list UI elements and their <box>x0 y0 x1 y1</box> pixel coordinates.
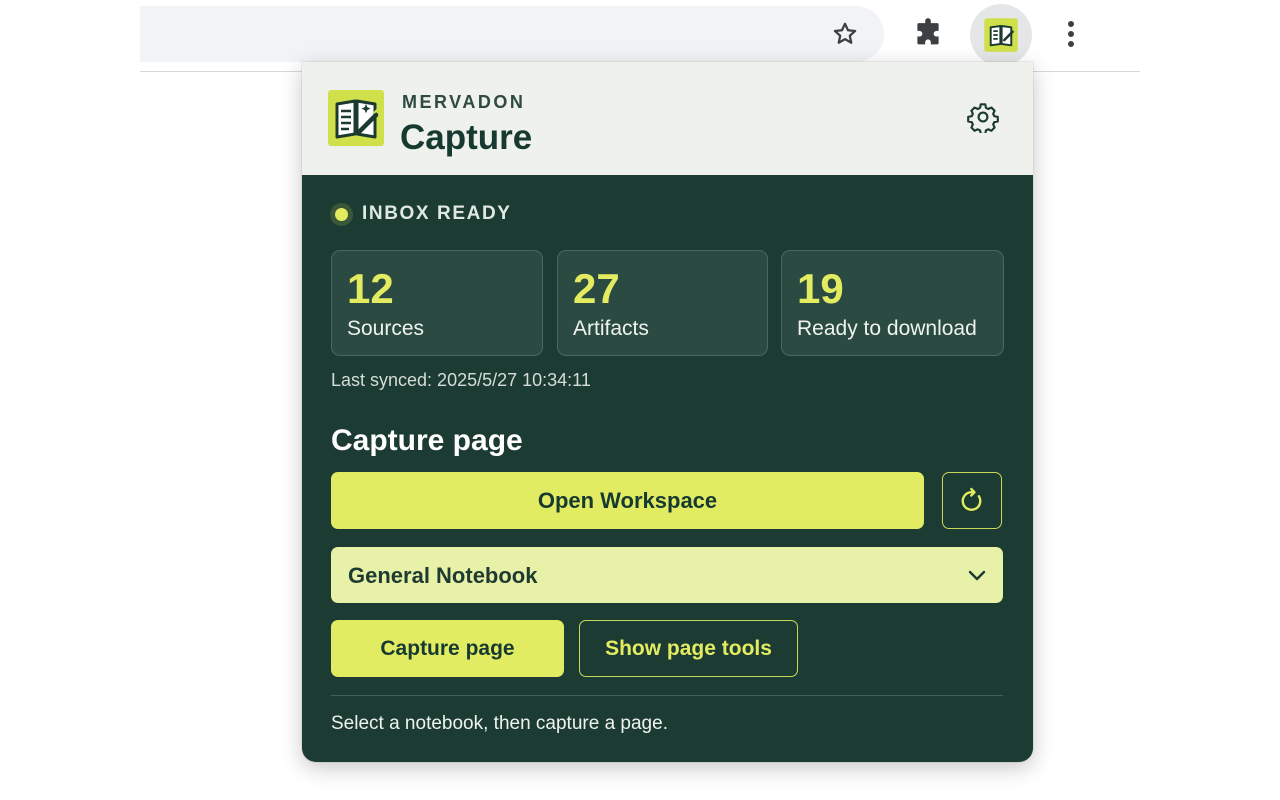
stat-value: 27 <box>573 265 620 312</box>
status-label: INBOX READY <box>362 203 512 224</box>
footer-divider <box>331 695 1003 696</box>
stat-label: Sources <box>347 317 425 340</box>
refresh-button[interactable] <box>942 472 1002 529</box>
last-synced-text: Last synced: 2025/5/27 10:34:11 <box>331 370 591 390</box>
notebook-select-value: General Notebook <box>348 563 538 588</box>
stat-card-sources: 12 Sources <box>331 250 543 356</box>
popup-header: MERVADON Capture <box>302 62 1033 175</box>
extension-popup: MERVADON Capture INBOX READY 12 Sources … <box>302 62 1033 762</box>
popup-title: Capture <box>400 118 533 157</box>
bookmark-star-button[interactable] <box>826 15 864 53</box>
mervadon-extension-button[interactable] <box>970 4 1032 66</box>
stat-value: 19 <box>797 265 844 312</box>
stat-value: 12 <box>347 265 394 312</box>
brand-name: MERVADON <box>402 92 526 112</box>
star-icon <box>833 22 857 44</box>
gear-icon <box>967 103 999 133</box>
stat-label: Ready to download <box>797 317 977 340</box>
capture-page-button[interactable]: Capture page <box>331 620 564 677</box>
show-page-tools-button[interactable]: Show page tools <box>579 620 798 677</box>
section-title: Capture page <box>331 424 523 457</box>
app-logo <box>328 90 384 146</box>
notebook-select[interactable]: General Notebook <box>331 547 1003 603</box>
extensions-button[interactable] <box>908 13 948 53</box>
stat-card-artifacts: 27 Artifacts <box>557 250 768 356</box>
refresh-icon <box>961 487 982 511</box>
hint-text: Select a notebook, then capture a page. <box>331 713 668 734</box>
status-dot <box>335 207 348 221</box>
notebook-icon <box>984 18 1018 52</box>
stat-label: Artifacts <box>573 317 649 340</box>
chevron-down-icon <box>968 570 986 581</box>
status-indicator: INBOX READY <box>330 203 512 225</box>
settings-button[interactable] <box>964 98 1002 136</box>
browser-menu-button[interactable] <box>1056 14 1086 54</box>
open-workspace-button[interactable]: Open Workspace <box>331 472 924 529</box>
stat-card-ready-to-download: 19 Ready to download <box>781 250 1004 356</box>
puzzle-icon <box>917 18 939 45</box>
kebab-menu-icon <box>1068 21 1074 47</box>
address-bar[interactable] <box>140 6 884 62</box>
